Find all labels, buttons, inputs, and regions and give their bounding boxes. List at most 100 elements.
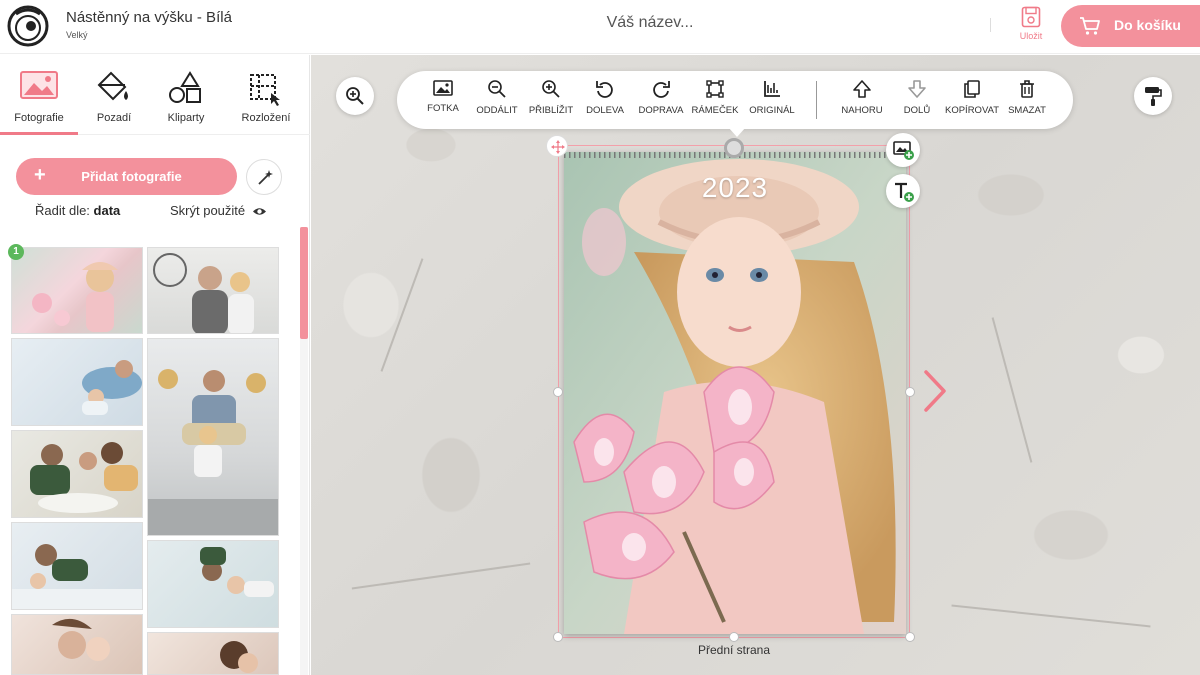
paint-bucket-icon: [97, 71, 128, 101]
arrow-up-icon: [853, 80, 871, 98]
photo-thumbnail[interactable]: [147, 247, 279, 334]
save-label: Uložit: [1019, 31, 1043, 41]
add-photos-button[interactable]: + Přidat fotografie: [16, 158, 237, 195]
tool-copy-label: KOPÍROVAT: [945, 105, 1000, 116]
hide-used-toggle[interactable]: Skrýt použité: [170, 203, 267, 218]
photo-thumbnail[interactable]: [11, 614, 143, 675]
style-brush-button[interactable]: [1134, 77, 1172, 115]
resize-handle[interactable]: [905, 387, 915, 397]
trash-icon: [1020, 80, 1034, 98]
header-divider: [990, 18, 991, 32]
tool-bring-up[interactable]: NAHORU: [839, 79, 885, 116]
girl-magnolia-thumb: [32, 262, 118, 332]
tool-zoom-out[interactable]: ODDÁLIT: [473, 79, 521, 116]
sort-label: Řadit dle:: [35, 203, 90, 218]
tool-send-down-label: DOLŮ: [903, 105, 931, 116]
add-to-cart-button[interactable]: Do košíku: [1061, 5, 1200, 47]
toolbar-pointer: [728, 127, 746, 137]
photo-toolbar: FOTKA ODDÁLIT PŘIBLÍŽIT DOLEVA DOPRAVA R…: [397, 71, 1073, 129]
photo-thumbnail[interactable]: [147, 540, 279, 628]
original-size-icon: [764, 81, 780, 97]
next-page-arrow-icon[interactable]: [922, 370, 948, 412]
sort-control[interactable]: Řadit dle: data: [35, 203, 120, 218]
tab-photos-label: Fotografie: [14, 112, 64, 124]
photo-thumbnail[interactable]: [11, 247, 143, 334]
arrow-down-icon: [908, 80, 926, 98]
cart-icon: [1080, 17, 1100, 35]
copy-icon: [964, 80, 980, 98]
used-count-badge: 1: [8, 244, 24, 260]
tab-cliparts[interactable]: Kliparty: [147, 55, 225, 135]
resize-handle[interactable]: [729, 632, 739, 642]
photo-thumbnail[interactable]: [147, 632, 279, 675]
rotate-right-icon: [653, 81, 670, 98]
tool-rotate-right-label: DOPRAVA: [638, 105, 684, 116]
rotate-left-icon: [596, 81, 613, 98]
tool-rotate-right[interactable]: DOPRAVA: [637, 79, 685, 116]
father-child-thumb: [153, 253, 254, 333]
father-baby-bed-thumb: [82, 360, 142, 415]
photo-list-scroll-thumb[interactable]: [300, 227, 308, 339]
tool-copy[interactable]: KOPÍROVAT: [945, 79, 999, 116]
calendar-page[interactable]: [564, 152, 906, 634]
move-handle[interactable]: [546, 135, 568, 157]
photo-thumbnail[interactable]: [11, 522, 143, 610]
tool-original[interactable]: ORIGINÁL: [747, 79, 797, 116]
add-text-button[interactable]: [886, 174, 920, 208]
photo-icon: [20, 71, 58, 99]
zoom-in-icon: [542, 80, 560, 98]
document-name-input[interactable]: Váš název...: [550, 14, 750, 32]
photo-thumbnail[interactable]: [11, 338, 143, 426]
eye-icon: [252, 208, 266, 215]
tab-layouts[interactable]: Rozložení: [227, 55, 305, 135]
tool-frame[interactable]: RÁMEČEK: [691, 79, 739, 116]
add-photos-label: Přidat fotografie: [81, 169, 182, 184]
resize-handle[interactable]: [553, 632, 563, 642]
zoom-in-icon: [346, 87, 364, 105]
sidebar-tabs: Fotografie Pozadí Kliparty Rozložení: [0, 55, 310, 135]
resize-handle[interactable]: [905, 632, 915, 642]
auto-fill-button[interactable]: [246, 159, 282, 195]
tool-original-label: ORIGINÁL: [749, 105, 795, 116]
frame-icon: [706, 80, 724, 98]
tool-rotate-left[interactable]: DOLEVA: [583, 79, 627, 116]
sort-value: data: [93, 203, 121, 218]
tool-zoom-in[interactable]: PŘIBLÍŽIT: [527, 79, 575, 116]
resize-handle[interactable]: [553, 387, 563, 397]
paint-roller-icon: [1145, 87, 1162, 106]
tab-cliparts-label: Kliparty: [167, 112, 205, 124]
move-icon: [551, 140, 565, 154]
tab-photos[interactable]: Fotografie: [0, 55, 78, 135]
magic-wand-icon: [258, 170, 273, 185]
cover-photo[interactable]: [564, 152, 906, 634]
tab-backgrounds-label: Pozadí: [96, 112, 132, 124]
zoom-button[interactable]: [336, 77, 374, 115]
mother-baby-kiss-thumb: [52, 618, 110, 661]
image-icon: [433, 80, 453, 96]
add-image-icon: [893, 141, 914, 160]
product-title: Nástěnný na výšku - Bílá: [66, 9, 232, 26]
family-baby-thumb: [30, 442, 138, 513]
calendar-year-text[interactable]: 2023: [564, 172, 906, 204]
cart-label: Do košíku: [1114, 17, 1181, 33]
save-button[interactable]: Uložit: [1010, 6, 1052, 46]
hide-used-label: Skrýt použité: [170, 203, 246, 218]
tab-layouts-label: Rozložení: [241, 112, 291, 124]
wall-texture: [991, 317, 1033, 463]
tool-send-down[interactable]: DOLŮ: [897, 79, 937, 116]
wall-texture: [951, 604, 1151, 628]
tool-rotate-left-label: DOLEVA: [586, 105, 624, 116]
logo[interactable]: [6, 4, 50, 48]
photo-thumbnail[interactable]: [147, 338, 279, 536]
tool-photo[interactable]: FOTKA: [421, 79, 465, 114]
tool-zoom-out-label: ODDÁLIT: [476, 105, 518, 116]
add-image-button[interactable]: [886, 133, 920, 167]
photo-thumbnail[interactable]: [11, 430, 143, 518]
page-label: Přední strana: [697, 643, 771, 657]
shapes-icon: [169, 71, 201, 103]
tool-delete[interactable]: SMAZAT: [1005, 79, 1049, 116]
tab-backgrounds[interactable]: Pozadí: [75, 55, 153, 135]
add-text-icon: [895, 182, 914, 202]
product-size: Velký: [66, 30, 88, 40]
tool-zoom-in-label: PŘIBLÍŽIT: [528, 105, 574, 116]
